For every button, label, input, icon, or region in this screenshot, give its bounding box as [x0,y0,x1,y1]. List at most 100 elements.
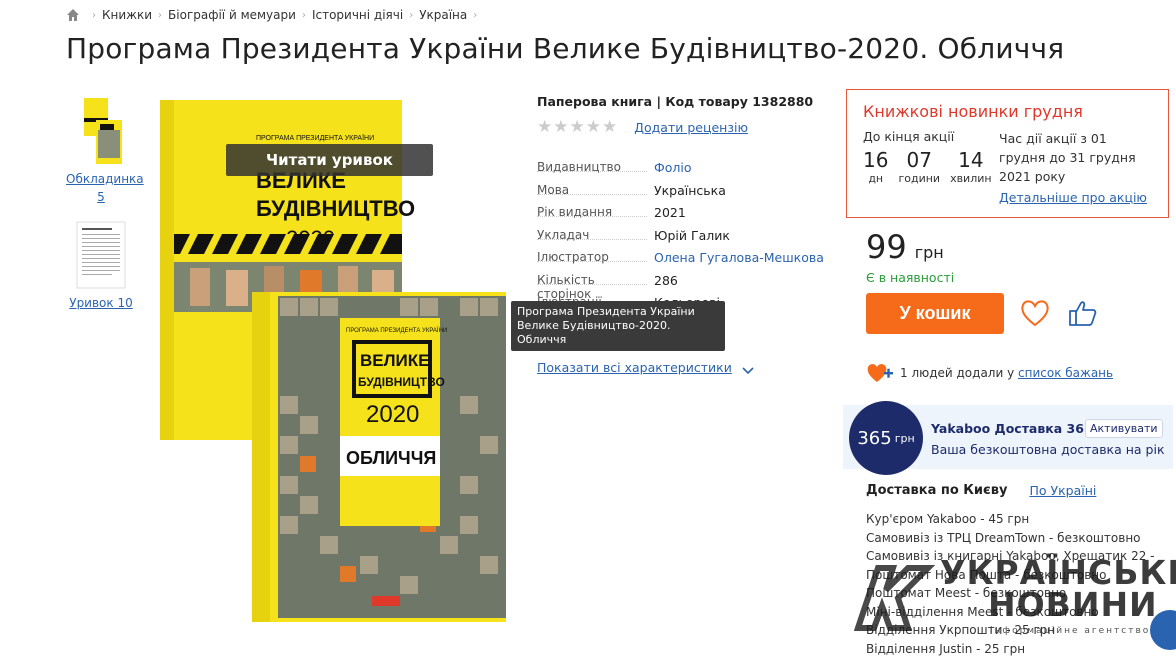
stock-status: Є в наявності [866,270,955,285]
property-row: Рік видання 2021 [537,205,837,228]
thumbnail-list: Обкладинка 5 Уривок 10 [66,96,144,326]
property-value[interactable]: Фоліо [654,160,692,175]
promo-box: Книжкові новинки грудня До кінця акції 1… [846,89,1169,218]
shipping-option: Поштомат Нова Пошта - безкоштовно [866,567,1107,582]
property-key: Ілюстратор [537,250,647,264]
activate-button[interactable]: Активувати [1085,419,1163,438]
home-icon[interactable] [66,8,80,22]
shipping-option: Самовивіз із ТРЦ DreamTown - безкоштовно [866,530,1141,545]
product-type-code: Паперова книга | Код товару 1382880 [537,94,814,109]
shipping-option: Відділення Укрпошти - 25 грн [866,623,1056,637]
star-icon[interactable]: ★ [586,119,601,136]
thumbnail-excerpt-label[interactable]: Уривок 10 [66,294,136,312]
property-key: Кількість сторінок [537,273,647,301]
delivery365-subtitle: Ваша безкоштовна доставка на рік [931,442,1165,457]
countdown-unit: дн [868,172,884,185]
property-key: Мова [537,183,647,197]
star-icon[interactable]: ★ [570,119,585,136]
property-value: Юрій Галик [654,227,730,243]
delivery365-price: 365 [857,427,892,449]
breadcrumb-separator: › [158,9,163,21]
tab-ukraine-delivery[interactable]: По Україні [1029,483,1096,498]
property-row: Кількість сторінок 286 [537,272,837,301]
countdown-timer: 16 дн 07 години 14 хвилин [863,148,999,185]
property-key: Рік видання [537,205,647,219]
show-all-characteristics-link[interactable]: Показати всі характеристики [537,360,837,375]
property-key: Видавництво [537,160,647,174]
promo-details-link[interactable]: Детальніше про акцію [999,188,1149,207]
heart-plus-icon[interactable] [866,362,894,384]
promo-period-text: Час дії акції з 01 грудня до 31 грудня 2… [999,131,1136,184]
shipping-option: Самовивіз із книгарні Yakaboo, Хрещатик … [866,549,1155,563]
countdown-value: 14 [958,148,984,172]
breadcrumb: › Книжки › Біографії й мемуари › Історич… [66,6,483,24]
property-row: Укладач Юрій Галик [537,228,837,251]
property-value: 2021 [654,205,686,220]
back-book-title-2: БУДІВНИЦТВО [256,196,415,221]
wishlist-link[interactable]: список бажань [1018,366,1113,380]
property-value: 286 [654,272,678,288]
property-key: Укладач [537,228,647,242]
breadcrumb-separator: › [409,9,414,21]
cover-tooltip: Програма Президента України Велике Будів… [511,301,725,351]
price-value: 99 [866,228,907,266]
property-value: Українська [654,182,726,198]
wishlist-count-row: 1 людей додали у список бажань [866,362,1113,384]
star-icon[interactable]: ★ [537,119,552,136]
front-book-top-text: ПРОГРАМА ПРЕЗИДЕНТА УКРАЇНИ [346,327,447,334]
front-book-title-1: ВЕЛИКЕ [360,351,429,370]
shipping-option: Відділення Justin - 25 грн [866,641,1026,656]
property-row: Видавництво Фоліо [537,160,837,183]
countdown-unit: хвилин [950,172,992,185]
countdown-unit: години [898,172,941,185]
price-currency: грн [914,243,944,262]
delivery365-badge: 365 грн [849,401,923,475]
property-row: Мова Українська [537,183,837,206]
front-book-title-2: БУДІВНИЦТВО [358,375,445,389]
countdown-minutes: 14 хвилин [950,148,992,185]
thumbnail-cover-label[interactable]: Обкладинка 5 [66,170,144,206]
rating-row: ★ ★ ★ ★ ★ Додати рецензію [537,119,837,136]
shipping-option: Поштомат Meest - безкоштовно [866,586,1067,600]
shipping-options: Кур'єром Yakaboo - 45 грн Самовивіз із Т… [866,510,1155,656]
excerpt-thumbnail-image[interactable] [76,220,126,289]
breadcrumb-separator: › [473,9,478,21]
breadcrumb-item[interactable]: Історичні діячі [312,8,403,22]
wishlist-count-text: 1 людей додали у [900,366,1015,380]
promo-title[interactable]: Книжкові новинки грудня [863,102,1152,121]
property-value[interactable]: Олена Гугалова-Мешкова [654,250,824,265]
add-review-link[interactable]: Додати рецензію [634,120,748,135]
read-excerpt-button[interactable]: Читати уривок [226,144,433,176]
thumbs-up-icon[interactable] [1066,298,1098,328]
countdown-days: 16 дн [863,148,888,185]
shipping-option: Кур'єром Yakaboo - 45 грн [866,512,1030,526]
breadcrumb-item[interactable]: Книжки [102,8,152,22]
show-all-label[interactable]: Показати всі характеристики [537,360,732,375]
promo-period: Час дії акції з 01 грудня до 31 грудня 2… [999,129,1149,207]
delivery365-currency: грн [894,431,915,445]
chevron-down-icon[interactable] [742,363,754,374]
star-icon[interactable]: ★ [602,119,617,136]
tab-kyiv-delivery[interactable]: Доставка по Києву [866,483,1007,498]
cover-thumbnail-image[interactable] [76,96,126,164]
front-book-year: 2020 [366,401,419,428]
shipping-option: Міні-відділення Meest - безкоштовно [866,604,1099,619]
front-book-subtitle: ОБЛИЧЧЯ [346,448,436,468]
breadcrumb-separator: › [92,9,96,21]
rating-stars[interactable]: ★ ★ ★ ★ ★ [537,119,618,136]
countdown-value: 07 [906,148,932,172]
price: 99 грн [866,228,944,266]
star-icon[interactable]: ★ [553,119,568,136]
delivery365-title[interactable]: Yakaboo Доставка 365 [931,421,1093,436]
breadcrumb-item[interactable]: Україна [419,8,467,22]
breadcrumb-separator: › [301,9,306,21]
thumbnail-cover[interactable]: Обкладинка 5 [66,96,144,206]
page-title: Програма Президента України Велике Будів… [66,32,1065,65]
breadcrumb-item[interactable]: Біографії й мемуари [168,8,296,22]
shipping-tabs: Доставка по Києву По Україні [866,483,1096,498]
add-to-cart-button[interactable]: У кошик [866,293,1004,334]
thumbnail-excerpt[interactable]: Уривок 10 [66,220,136,312]
heart-icon[interactable] [1019,298,1051,328]
promo-until-label: До кінця акції [863,129,955,144]
back-book-top-text: ПРОГРАМА ПРЕЗИДЕНТА УКРАЇНИ [256,134,374,142]
